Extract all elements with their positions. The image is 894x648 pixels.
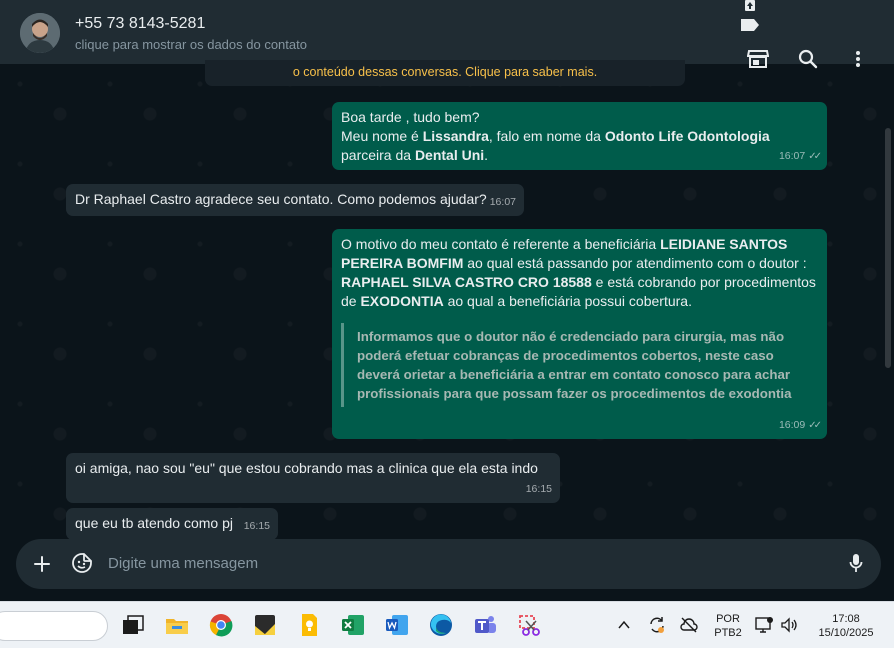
chat-header[interactable]: +55 73 8143-5281 clique para mostrar os … <box>0 0 894 69</box>
keep-notes-icon[interactable] <box>296 612 322 638</box>
windows-taskbar: POR PTB2 17:08 15/10/2025 <box>0 601 894 648</box>
whatsapp-window: +55 73 8143-5281 clique para mostrar os … <box>0 0 894 601</box>
message-timestamp: 16:07 ✓✓ <box>779 147 822 166</box>
search-icon[interactable] <box>796 47 820 71</box>
sync-icon[interactable] <box>647 615 667 635</box>
input-language-indicator[interactable]: POR PTB2 <box>711 612 745 640</box>
network-icon[interactable] <box>754 615 774 635</box>
quoted-text-block: Informamos que o doutor não é credenciad… <box>341 323 818 407</box>
sticky-notes-icon[interactable] <box>252 612 278 638</box>
label-icon[interactable] <box>740 17 760 33</box>
message-text: que eu tb atendo como pj <box>75 515 234 531</box>
message-outgoing[interactable]: Boa tarde , tudo bem? Meu nome é Lissand… <box>332 102 827 170</box>
task-view-icon[interactable] <box>120 612 146 638</box>
snipping-tool-icon[interactable] <box>516 612 542 638</box>
message-timestamp: 16:15 <box>525 483 552 495</box>
edge-icon[interactable] <box>428 612 454 638</box>
avatar[interactable] <box>20 13 60 53</box>
message-incoming[interactable]: oi amiga, nao sou "eu" que estou cobrand… <box>66 453 560 503</box>
message-timestamp: 16:15 <box>243 520 270 532</box>
cloud-off-icon[interactable] <box>679 615 699 635</box>
double-check-icon: ✓✓ <box>808 420 822 431</box>
store-icon[interactable] <box>746 47 770 71</box>
message-incoming[interactable]: Dr Raphael Castro agradece seu contato. … <box>66 184 524 216</box>
volume-icon[interactable] <box>779 615 799 635</box>
plus-icon[interactable] <box>30 552 54 576</box>
microphone-icon[interactable] <box>845 551 867 575</box>
taskbar-search-box[interactable] <box>0 611 108 641</box>
message-text: O motivo do meu contato é referente a be… <box>341 236 816 309</box>
teams-icon[interactable] <box>472 612 498 638</box>
message-input[interactable]: Digite uma mensagem <box>108 555 258 572</box>
encryption-banner[interactable]: o conteúdo dessas conversas. Clique para… <box>205 60 685 86</box>
double-check-icon: ✓✓ <box>808 151 822 162</box>
message-text: Boa tarde , tudo bem? Meu nome é Lissand… <box>341 109 770 163</box>
contact-name[interactable]: +55 73 8143-5281 <box>75 15 205 33</box>
file-explorer-icon[interactable] <box>164 612 190 638</box>
message-outgoing[interactable]: O motivo do meu contato é referente a be… <box>332 229 827 439</box>
message-incoming[interactable]: que eu tb atendo como pj 16:15 <box>66 508 278 540</box>
contact-subtitle[interactable]: clique para mostrar os dados do contato <box>75 37 307 52</box>
chrome-icon[interactable] <box>208 612 234 638</box>
chevron-up-icon[interactable] <box>617 618 631 632</box>
chat-scrollbar[interactable] <box>885 128 891 368</box>
sticker-icon[interactable] <box>70 551 94 575</box>
system-clock[interactable]: 17:08 15/10/2025 <box>808 612 884 640</box>
message-text: oi amiga, nao sou "eu" que estou cobrand… <box>75 460 538 476</box>
encryption-banner-text[interactable]: o conteúdo dessas conversas. Clique para… <box>293 65 597 79</box>
upload-icon[interactable] <box>742 0 758 12</box>
message-timestamp: 16:09 ✓✓ <box>779 416 822 435</box>
excel-icon[interactable] <box>340 612 366 638</box>
menu-kebab-icon[interactable] <box>846 47 870 71</box>
message-text: Dr Raphael Castro agradece seu contato. … <box>75 191 487 207</box>
message-timestamp: 16:07 <box>489 196 516 208</box>
word-icon[interactable] <box>384 612 410 638</box>
